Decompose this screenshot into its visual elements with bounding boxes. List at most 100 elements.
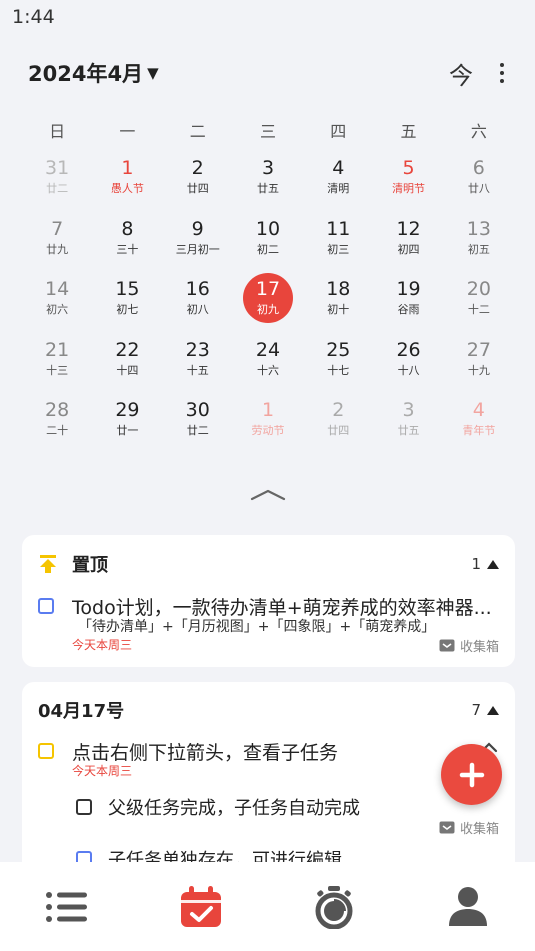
calendar-day[interactable]: 11 初三	[303, 213, 373, 274]
subtask-item[interactable]: 子任务单独存在，可进行编辑	[38, 846, 499, 862]
task-list-tag: 收集箱	[439, 818, 499, 837]
collapse-calendar-icon[interactable]	[250, 486, 286, 502]
lunar-date: 谷雨	[397, 303, 420, 316]
calendar-day-today[interactable]: 17 初九	[233, 273, 303, 334]
calendar-day[interactable]: 28 二十	[22, 394, 92, 455]
calendar-day[interactable]: 26 十八	[373, 334, 443, 395]
day-number: 17	[255, 278, 281, 300]
calendar-day[interactable]: 10 初二	[233, 213, 303, 274]
task-checkbox[interactable]	[38, 743, 54, 759]
pinned-collapse-toggle[interactable]: 1	[471, 555, 499, 573]
calendar-day[interactable]: 21 十三	[22, 334, 92, 395]
calendar-day[interactable]: 1 劳动节	[233, 394, 303, 455]
calendar-day[interactable]: 14 初六	[22, 273, 92, 334]
calendar-day[interactable]: 3 廿五	[233, 152, 303, 213]
pinned-count: 1	[471, 555, 481, 573]
weekday-label: 四	[330, 122, 347, 141]
calendar-day[interactable]: 2 廿四	[163, 152, 233, 213]
lunar-date: 初五	[467, 242, 490, 256]
day-number: 30	[185, 399, 210, 421]
calendar-day[interactable]: 29 廿一	[92, 394, 162, 455]
calendar-day[interactable]: 2 廿四	[303, 394, 373, 455]
date-collapse-toggle[interactable]: 7	[471, 701, 499, 719]
lunar-date: 十五	[186, 363, 209, 377]
calendar-day[interactable]: 13 初五	[444, 213, 514, 274]
nav-task-list[interactable]	[0, 862, 134, 951]
subtask-checkbox[interactable]	[76, 799, 92, 815]
today-button[interactable]: 今	[449, 56, 473, 91]
lunar-date: 愚人节	[110, 182, 144, 195]
day-number: 8	[121, 217, 134, 240]
month-picker[interactable]: 2024年4月 ▼	[28, 58, 159, 88]
calendar-day[interactable]: 27 十九	[444, 334, 514, 395]
calendar-day[interactable]: 1 愚人节	[92, 152, 162, 213]
calendar-day[interactable]: 16 初八	[163, 273, 233, 334]
list-icon	[45, 891, 87, 922]
calendar-day[interactable]: 30 廿二	[163, 394, 233, 455]
calendar-day[interactable]: 20 十二	[444, 273, 514, 334]
lunar-date: 初四	[397, 242, 420, 256]
day-number: 29	[115, 399, 140, 421]
task-description: 「待办清单」+「月历视图」+「四象限」+「萌宠养成」	[78, 619, 436, 635]
day-number: 16	[185, 278, 210, 300]
calendar-day[interactable]: 19 谷雨	[373, 273, 443, 334]
plus-icon	[459, 762, 484, 787]
day-number: 11	[326, 217, 351, 240]
pinned-card: 置顶 1 Todo计划，一款待办清单+萌宠养成的效率神器... 「待办清单」+「…	[22, 535, 515, 667]
task-date: 今天本周三	[72, 638, 133, 652]
subtask-title: 子任务单独存在，可进行编辑	[108, 850, 342, 862]
task-item[interactable]: 点击右侧下拉箭头，查看子任务 今天本周三	[38, 738, 499, 778]
calendar-day[interactable]: 24 十六	[233, 334, 303, 395]
calendar-day[interactable]: 4 青年节	[444, 394, 514, 455]
calendar-day[interactable]: 9 三月初一	[163, 213, 233, 274]
lunar-date: 二十	[46, 424, 69, 437]
subtask-checkbox[interactable]	[76, 851, 92, 862]
lunar-date: 十六	[256, 363, 279, 377]
day-number: 12	[396, 217, 421, 240]
timer-icon	[315, 885, 353, 929]
lunar-date: 廿四	[186, 182, 209, 195]
more-menu-icon[interactable]	[497, 63, 507, 83]
calendar-day[interactable]: 8 三十	[92, 213, 162, 274]
subtask-item[interactable]: 父级任务完成，子任务自动完成 收集箱	[38, 794, 499, 840]
lunar-date: 廿五	[397, 424, 420, 437]
task-checkbox[interactable]	[38, 598, 54, 614]
calendar-day[interactable]: 22 十四	[92, 334, 162, 395]
weekday-label: 三	[259, 122, 276, 141]
calendar-day[interactable]: 31 廿二	[22, 152, 92, 213]
lunar-date: 初九	[256, 303, 279, 316]
lunar-date: 初八	[186, 303, 209, 316]
day-number: 15	[115, 278, 140, 300]
status-bar-time: 1:44	[12, 6, 55, 28]
calendar-day[interactable]: 23 十五	[163, 334, 233, 395]
lunar-date: 廿五	[256, 182, 279, 195]
nav-focus-timer[interactable]	[268, 862, 402, 951]
calendar-day[interactable]: 5 清明节	[373, 152, 443, 213]
calendar-day[interactable]: 12 初四	[373, 213, 443, 274]
lunar-date: 劳动节	[251, 424, 285, 437]
nav-calendar[interactable]	[134, 862, 268, 951]
day-number: 23	[185, 338, 210, 361]
calendar-day[interactable]: 4 清明	[303, 152, 373, 213]
nav-profile[interactable]	[401, 862, 535, 951]
day-number: 3	[261, 157, 275, 179]
calendar-day[interactable]: 3 廿五	[373, 394, 443, 455]
day-number: 10	[255, 217, 281, 240]
day-number: 9	[191, 217, 204, 240]
day-number: 21	[45, 338, 70, 361]
calendar-day[interactable]: 6 廿八	[444, 152, 514, 213]
subtask-title: 父级任务完成，子任务自动完成	[108, 798, 360, 819]
calendar-day[interactable]: 25 十七	[303, 334, 373, 395]
day-number: 2	[191, 157, 204, 179]
calendar-day[interactable]: 15 初七	[92, 273, 162, 334]
lunar-date: 十四	[116, 363, 139, 377]
calendar-day[interactable]: 18 初十	[303, 273, 373, 334]
pinned-title: 置顶	[72, 555, 108, 576]
day-number: 5	[402, 157, 415, 179]
task-item[interactable]: Todo计划，一款待办清单+萌宠养成的效率神器... 「待办清单」+「月历视图」…	[38, 593, 499, 663]
calendar-day[interactable]: 7 廿九	[22, 213, 92, 274]
month-title: 2024年4月	[28, 62, 144, 86]
day-number: 3	[402, 399, 415, 421]
add-task-button[interactable]	[441, 744, 502, 805]
caret-down-icon: ▼	[147, 64, 159, 82]
